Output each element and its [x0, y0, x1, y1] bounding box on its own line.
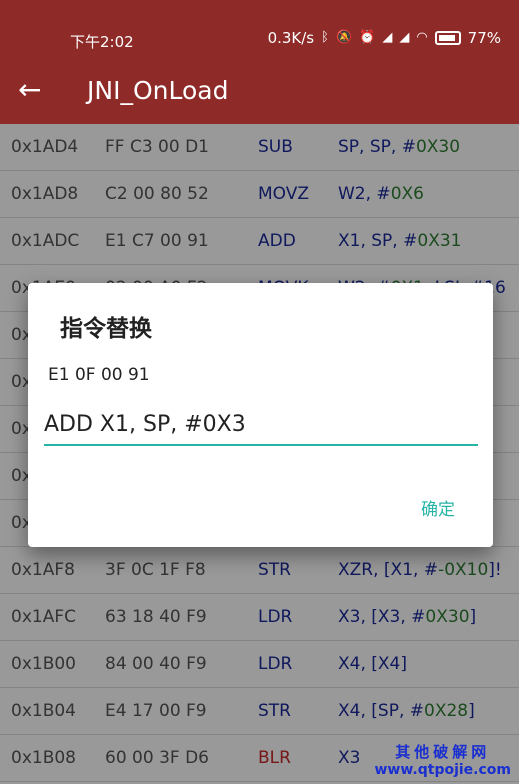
status-icons: 0.3K/s ᛒ 🔕 ⏰ ◢ ◢ ◠ 77%	[268, 29, 501, 47]
bluetooth-icon: ᛒ	[321, 30, 329, 45]
arrow-left-icon[interactable]: ←	[18, 74, 41, 106]
status-bar: 下午2:02 0.3K/s ᛒ 🔕 ⏰ ◢ ◢ ◠ 77%	[0, 0, 519, 62]
app-bar: ← JNI_OnLoad	[0, 62, 519, 124]
wifi-icon: ◠	[416, 30, 428, 45]
watermark-url: www.qtpojie.com	[374, 762, 512, 778]
alarm-icon: ⏰	[359, 30, 376, 45]
signal-hd-icon: ◢	[399, 30, 410, 45]
dialog-title: 指令替换	[60, 316, 152, 342]
watermark-title: 其他破解网	[395, 743, 491, 761]
battery-icon	[434, 31, 461, 45]
confirm-button[interactable]: 确定	[421, 495, 455, 520]
network-speed: 0.3K/s	[267, 29, 315, 47]
signal-icon: ◢	[382, 30, 393, 45]
instruction-input[interactable]	[44, 408, 478, 446]
page-title: JNI_OnLoad	[87, 76, 229, 105]
status-time: 下午2:02	[70, 33, 134, 51]
battery-level: 77%	[467, 29, 501, 47]
dialog-hex-bytes: E1 0F 00 91	[48, 365, 150, 385]
replace-instruction-dialog: 指令替换 E1 0F 00 91 确定	[28, 283, 493, 547]
mute-icon: 🔕	[335, 30, 353, 45]
watermark: 其他破解网 www.qtpojie.com	[375, 741, 512, 778]
